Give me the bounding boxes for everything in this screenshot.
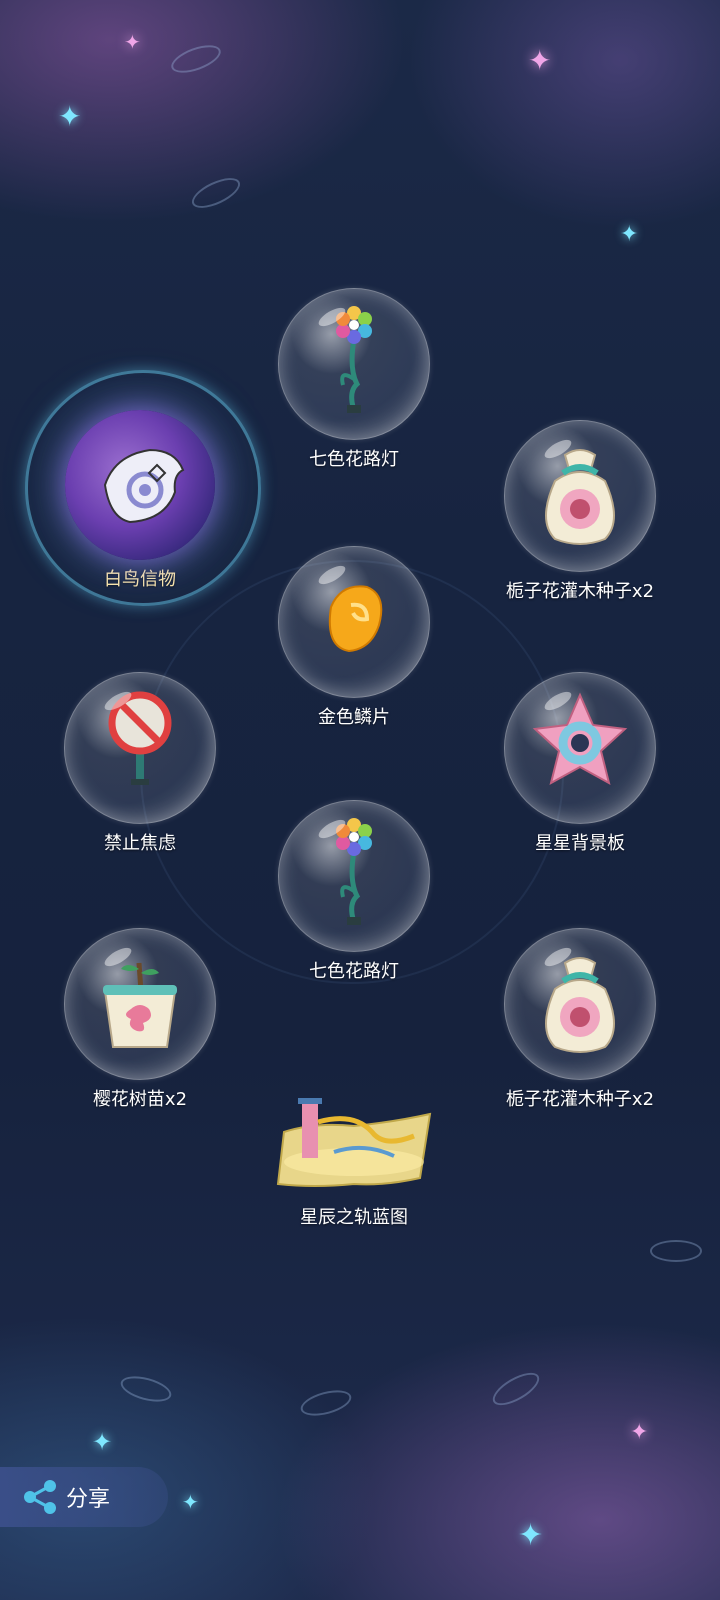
fish-decor xyxy=(167,39,225,79)
reward-label: 金色鳞片 xyxy=(318,707,390,728)
sparkle-icon: ✦ xyxy=(182,1490,199,1514)
reward-bubble xyxy=(504,420,656,572)
golden-scale-icon xyxy=(328,585,383,653)
reward-item-lamp[interactable]: 七色花路灯 xyxy=(254,800,454,984)
reward-bubble xyxy=(504,928,656,1080)
share-icon xyxy=(24,1480,56,1514)
reward-item-star-backdrop[interactable]: 星星背景板 xyxy=(480,672,680,856)
fish-decor xyxy=(487,1366,545,1412)
reward-label: 栀子花灌木种子x2 xyxy=(505,581,655,602)
sparkle-icon: ✦ xyxy=(58,100,82,133)
reward-bubble xyxy=(278,546,430,698)
fish-decor xyxy=(650,1240,702,1262)
rainbow-flower-lamp-icon xyxy=(336,306,372,413)
reward-item-seed-bag[interactable]: 栀子花灌木种子x2 xyxy=(480,420,680,604)
no-anxiety-sign-icon xyxy=(108,691,172,785)
blueprint-scroll-icon xyxy=(276,1098,432,1187)
seed-bag-icon xyxy=(545,957,615,1053)
sparkle-icon: ✦ xyxy=(620,222,639,247)
fish-decor xyxy=(118,1371,174,1407)
reward-bubble xyxy=(64,672,216,824)
reward-label: 星辰之轨蓝图 xyxy=(300,1207,408,1228)
reward-label: 樱花树苗x2 xyxy=(92,1089,188,1110)
reward-label: 禁止焦虑 xyxy=(104,833,176,854)
rainbow-flower-lamp-icon xyxy=(336,818,372,925)
potted-sapling-icon xyxy=(103,962,177,1048)
reward-item-lamp[interactable]: 七色花路灯 xyxy=(254,288,454,472)
reward-label: 七色花路灯 xyxy=(309,961,399,982)
sparkle-icon: ✦ xyxy=(630,1420,649,1445)
reward-label: 星星背景板 xyxy=(535,833,625,854)
reward-label: 栀子花灌木种子x2 xyxy=(505,1089,655,1110)
sparkle-icon: ✦ xyxy=(528,44,552,77)
reward-bubble xyxy=(278,288,430,440)
sparkle-icon: ✦ xyxy=(518,1518,544,1553)
reward-item-blueprint[interactable]: 星辰之轨蓝图 xyxy=(254,1092,454,1230)
sparkle-icon: ✦ xyxy=(92,1428,113,1456)
reward-item-bird-token[interactable]: 白鸟信物 xyxy=(25,370,261,606)
seed-bag-icon xyxy=(545,449,615,545)
reward-bubble xyxy=(278,800,430,952)
reward-label: 七色花路灯 xyxy=(309,449,399,470)
reward-item-golden-scale[interactable]: 金色鳞片 xyxy=(254,546,454,730)
reward-item-seed-bag[interactable]: 栀子花灌木种子x2 xyxy=(480,928,680,1112)
share-button[interactable]: 分享 xyxy=(0,1467,168,1527)
fish-decor xyxy=(298,1385,354,1421)
share-label: 分享 xyxy=(66,1487,111,1512)
reward-item-no-anxiety[interactable]: 禁止焦虑 xyxy=(40,672,240,856)
fish-decor xyxy=(187,172,245,214)
reward-bubble xyxy=(504,672,656,824)
sparkle-icon: ✦ xyxy=(124,30,141,54)
star-backdrop-icon xyxy=(532,692,628,785)
reward-bubble xyxy=(25,370,261,606)
reward-item-sapling[interactable]: 樱花树苗x2 xyxy=(40,928,240,1112)
reward-bubble xyxy=(64,928,216,1080)
